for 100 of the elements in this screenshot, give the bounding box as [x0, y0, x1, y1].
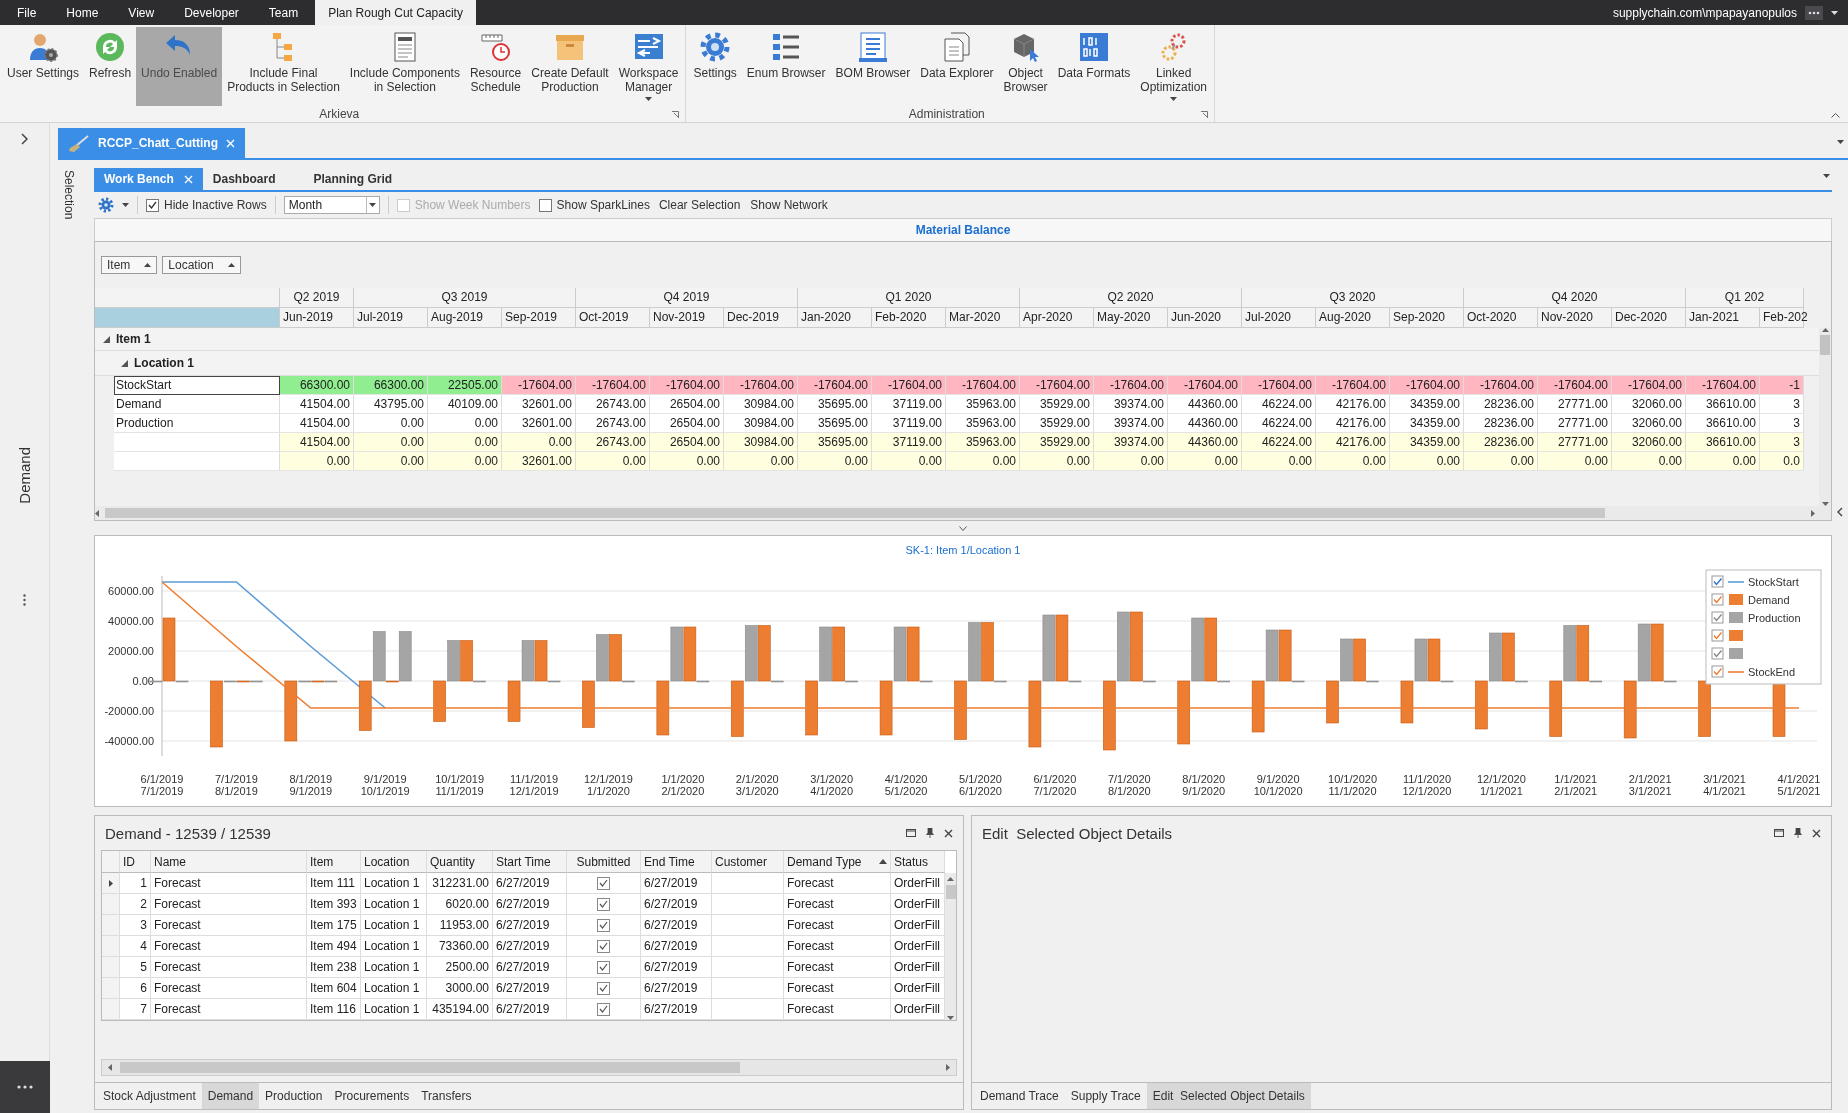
column-header[interactable]: End Time — [641, 851, 712, 873]
checkbox-label[interactable]: Show SparkLines — [538, 198, 650, 212]
pin-icon[interactable] — [1794, 828, 1802, 838]
ribbon-button[interactable]: Object Browser — [998, 27, 1053, 106]
close-icon[interactable] — [1812, 828, 1821, 838]
scroll-right-icon[interactable] — [1811, 509, 1815, 517]
scroll-right-icon[interactable] — [946, 1064, 950, 1071]
column-header[interactable]: Submitted — [567, 851, 641, 873]
ribbon-button[interactable]: Linked Optimization — [1135, 27, 1212, 106]
toolbar-button[interactable]: Show Network — [749, 198, 829, 212]
checkbox[interactable] — [597, 939, 610, 953]
more-icon[interactable] — [16, 1085, 33, 1089]
ribbon-button[interactable]: Data Explorer — [915, 27, 999, 106]
caret-icon[interactable] — [369, 203, 377, 207]
panel-tab[interactable]: Transfers — [415, 1083, 478, 1109]
settings-icon[interactable] — [98, 197, 114, 213]
vertical-dots-icon[interactable] — [23, 593, 26, 606]
column-header[interactable]: Customer — [712, 851, 784, 873]
scroll-left-icon[interactable] — [95, 509, 99, 517]
legend-checkbox[interactable] — [1711, 665, 1724, 678]
chevron-right-icon[interactable] — [21, 133, 28, 145]
menu-tab[interactable]: Plan Rough Cut Capacity — [315, 0, 476, 25]
menu-tab[interactable]: Home — [53, 0, 112, 25]
legend-checkbox[interactable] — [1711, 629, 1724, 642]
dialog-launcher-icon[interactable] — [672, 110, 680, 118]
side-tab[interactable]: Selection — [62, 170, 76, 220]
column-header[interactable]: Item — [307, 851, 361, 873]
column-header[interactable]: Demand Type — [784, 851, 891, 873]
ribbon-button[interactable]: Refresh — [84, 27, 137, 106]
menu-tab[interactable]: File — [4, 0, 50, 25]
column-header[interactable]: Location — [361, 851, 427, 873]
chevron-left-icon[interactable] — [1837, 507, 1843, 517]
ribbon-button[interactable]: Resource Schedule — [464, 27, 527, 106]
checkbox[interactable] — [597, 981, 610, 995]
ribbon-button[interactable]: Create Default Production — [526, 27, 614, 106]
ribbon-button[interactable]: Include Components in Selection — [344, 27, 465, 106]
scroll-up-icon[interactable] — [947, 877, 954, 881]
user-menu-button[interactable] — [1805, 5, 1823, 20]
grid-cell: -17604.00 — [724, 376, 798, 395]
checkbox[interactable] — [597, 918, 610, 932]
checkbox[interactable] — [597, 897, 610, 911]
column-header[interactable]: Quantity — [427, 851, 493, 873]
caret-icon[interactable] — [1831, 10, 1838, 15]
side-tab[interactable]: Demand — [16, 447, 33, 504]
ribbon-button[interactable]: User Settings — [2, 27, 85, 106]
panel-tab[interactable]: Supply Trace — [1064, 1083, 1147, 1109]
panel-tab[interactable]: Production — [259, 1083, 329, 1109]
page-tab[interactable]: Planning Grid — [303, 168, 403, 190]
legend-checkbox[interactable] — [1711, 611, 1724, 624]
group-by-chip[interactable]: Item — [101, 256, 158, 274]
caret-icon[interactable] — [1823, 174, 1830, 178]
row-label[interactable]: StockStart — [114, 376, 280, 395]
checkbox[interactable] — [597, 1002, 610, 1016]
ribbon-button[interactable]: Data Formats — [1052, 27, 1136, 106]
panel-tab[interactable]: Procurements — [328, 1083, 416, 1109]
menu-tab[interactable]: Developer — [171, 0, 252, 25]
checkbox[interactable] — [597, 876, 610, 890]
column-header[interactable]: ID — [120, 851, 151, 873]
dialog-launcher-icon[interactable] — [1201, 110, 1208, 118]
panel-tab[interactable]: Edit Selected Object Details — [1146, 1083, 1311, 1109]
column-header[interactable]: Name — [151, 851, 307, 873]
checkbox[interactable] — [146, 198, 159, 212]
page-tab[interactable]: Dashboard — [202, 168, 286, 190]
scroll-left-icon[interactable] — [108, 1064, 112, 1071]
ribbon-button[interactable]: Workspace Manager — [613, 27, 684, 106]
ribbon-button[interactable]: Enum Browser — [741, 27, 831, 106]
collapse-icon[interactable] — [1831, 113, 1840, 118]
caret-icon[interactable] — [1837, 140, 1844, 144]
legend-checkbox[interactable] — [1711, 593, 1724, 606]
pin-icon[interactable] — [926, 828, 934, 838]
menu-tab[interactable]: View — [115, 0, 168, 25]
column-header[interactable]: Start Time — [493, 851, 567, 873]
panel-tab[interactable]: Demand Trace — [974, 1083, 1065, 1109]
ribbon-button[interactable]: Undo Enabled — [136, 27, 223, 106]
column-header[interactable]: Status — [891, 851, 945, 873]
checkbox-label[interactable]: Hide Inactive Rows — [146, 198, 267, 212]
ribbon-button[interactable]: BOM Browser — [830, 27, 916, 106]
legend-checkbox[interactable] — [1711, 575, 1724, 588]
maximize-icon[interactable] — [906, 829, 916, 837]
ribbon-button[interactable]: Settings — [688, 27, 742, 106]
maximize-icon[interactable] — [1774, 829, 1784, 837]
row-label[interactable]: Production — [114, 414, 280, 433]
close-icon[interactable] — [944, 828, 953, 838]
row-label[interactable]: Demand — [114, 395, 280, 414]
panel-tab[interactable]: Demand — [201, 1083, 260, 1109]
ribbon-button[interactable]: Include Final Products in Selection — [222, 27, 345, 106]
scroll-up-icon[interactable] — [1821, 328, 1829, 332]
checkbox[interactable] — [538, 198, 552, 212]
chevron-down-icon[interactable] — [959, 525, 967, 531]
scroll-down-icon[interactable] — [947, 1016, 954, 1020]
period-combo[interactable]: Month — [283, 196, 380, 214]
legend-checkbox[interactable] — [1711, 647, 1724, 660]
toolbar-button[interactable]: Clear Selection — [657, 198, 742, 212]
menu-tab[interactable]: Team — [255, 0, 312, 25]
checkbox[interactable] — [597, 960, 610, 974]
group-by-chip[interactable]: Location — [162, 256, 241, 274]
panel-tab[interactable]: Stock Adjustment — [97, 1083, 202, 1109]
caret-icon[interactable] — [122, 203, 129, 207]
expand-icon[interactable] — [121, 359, 128, 367]
expand-icon[interactable] — [103, 335, 110, 343]
